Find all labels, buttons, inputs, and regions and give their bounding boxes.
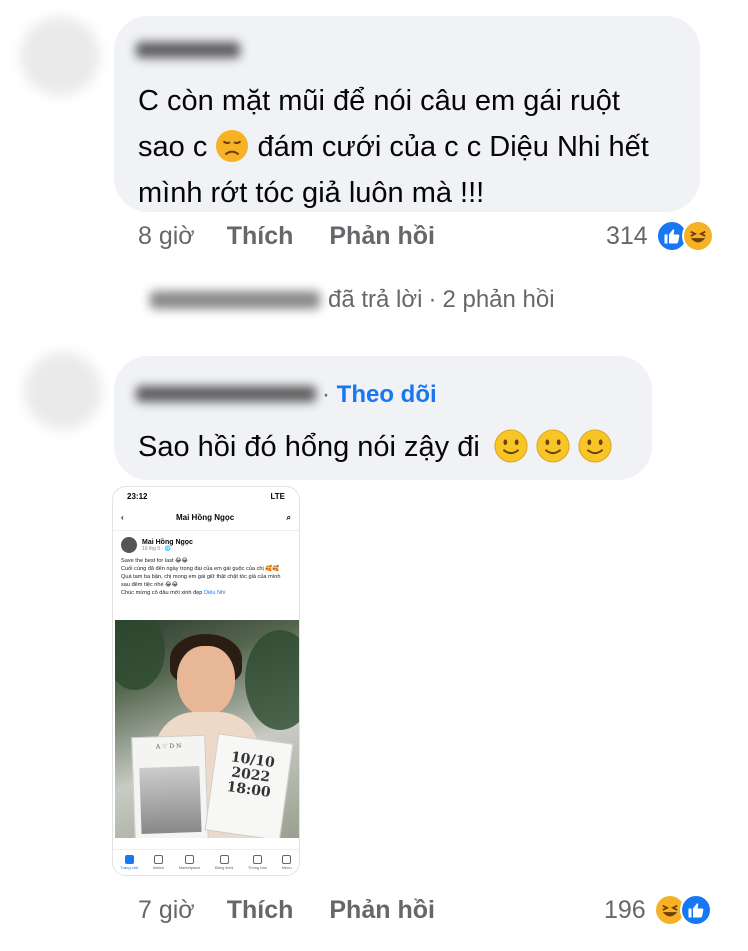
nav-watch: Watch [153, 855, 164, 870]
commenter-name[interactable] [136, 42, 240, 58]
disappointed-face-icon [216, 129, 249, 163]
comment-bubble: C còn mặt mũi để nói câu em gái ruột sao… [114, 16, 700, 212]
status-time: 23:12 [127, 491, 148, 501]
comment-line: mình rớt tóc giả luôn mà !!! [138, 177, 485, 209]
comment-actions: 8 giờ Thích Phản hồi [138, 222, 471, 251]
haha-icon [681, 220, 714, 252]
back-icon: ‹ [121, 513, 124, 522]
search-icon: ⌕ [286, 512, 291, 522]
profile-title: Mai Hồng Ngọc [175, 513, 235, 522]
reply-summary-text: đã trả lời [328, 286, 423, 313]
phone-status-bar: 23:12 LTE [113, 487, 299, 505]
phone-nav-bar: Trang chủ Watch Marketplace Bảng feed Th… [113, 849, 299, 875]
reaction-summary[interactable]: 196 [604, 894, 712, 926]
status-signal: LTE [270, 491, 285, 501]
nav-notifications: Thông báo [248, 855, 267, 870]
avatar[interactable] [24, 352, 114, 442]
comment-line: sao c đám cưới của c c Diệu Nhi hết [138, 129, 649, 163]
comment-image-attachment[interactable]: 23:12 LTE ‹ Mai Hồng Ngọc ⌕ Mai Hồng Ngọ… [112, 486, 300, 876]
like-icon [679, 894, 712, 926]
comment-text: C còn mặt mũi để nói câu em gái ruột sao… [138, 78, 698, 216]
post-author-name: Mai Hồng Ngọc [142, 538, 193, 546]
reaction-summary[interactable]: 314 [606, 220, 714, 252]
comment-bubble: · Theo dõi Sao hồi đó hổng nói zậy đi [114, 356, 652, 480]
wedding-date-card: 10/10 2022 18:00 [204, 733, 294, 838]
comment-line: C còn mặt mũi để nói câu em gái ruột [138, 85, 620, 117]
wedding-card: A ♡ D N [131, 734, 209, 838]
separator: · [428, 286, 437, 313]
like-button[interactable]: Thích [227, 222, 294, 251]
like-button[interactable]: Thích [227, 896, 294, 925]
phone-header: ‹ Mai Hồng Ngọc ⌕ [113, 505, 299, 531]
comment-time[interactable]: 8 giờ [138, 222, 195, 251]
nav-home: Trang chủ [120, 855, 138, 870]
follow-button[interactable]: · Theo dõi [322, 381, 437, 409]
reply-count: 2 phản hồi [442, 286, 555, 313]
view-replies-link[interactable]: đã trả lời · 2 phản hồi [150, 286, 555, 314]
post-avatar [121, 537, 137, 553]
reply-button[interactable]: Phản hồi [329, 222, 435, 251]
reaction-count: 314 [606, 221, 648, 250]
comment-time[interactable]: 7 giờ [138, 896, 195, 925]
commenter-name[interactable] [136, 386, 316, 402]
reply-author-names [150, 291, 320, 309]
nav-feed: Bảng feed [215, 855, 233, 870]
slightly-smiling-face-icon [494, 429, 528, 463]
comment-actions: 7 giờ Thích Phản hồi [138, 896, 471, 925]
slightly-smiling-face-icon [578, 429, 612, 463]
post-meta: 16 thg 9 · 🌐 [142, 545, 171, 552]
post-photo: A ♡ D N 10/10 2022 18:00 [115, 620, 299, 838]
comment-text: Sao hồi đó hổng nói zậy đi [138, 424, 648, 470]
reaction-count: 196 [604, 895, 646, 924]
post-author: Mai Hồng Ngọc 16 thg 9 · 🌐 [113, 531, 299, 555]
slightly-smiling-face-icon [536, 429, 570, 463]
nav-marketplace: Marketplace [179, 855, 200, 870]
post-text: Save the best for last 😂😂 Cuối cùng đã đ… [121, 558, 281, 596]
avatar[interactable] [20, 16, 110, 106]
reply-button[interactable]: Phản hồi [329, 896, 435, 925]
nav-menu: Menu [282, 855, 292, 870]
